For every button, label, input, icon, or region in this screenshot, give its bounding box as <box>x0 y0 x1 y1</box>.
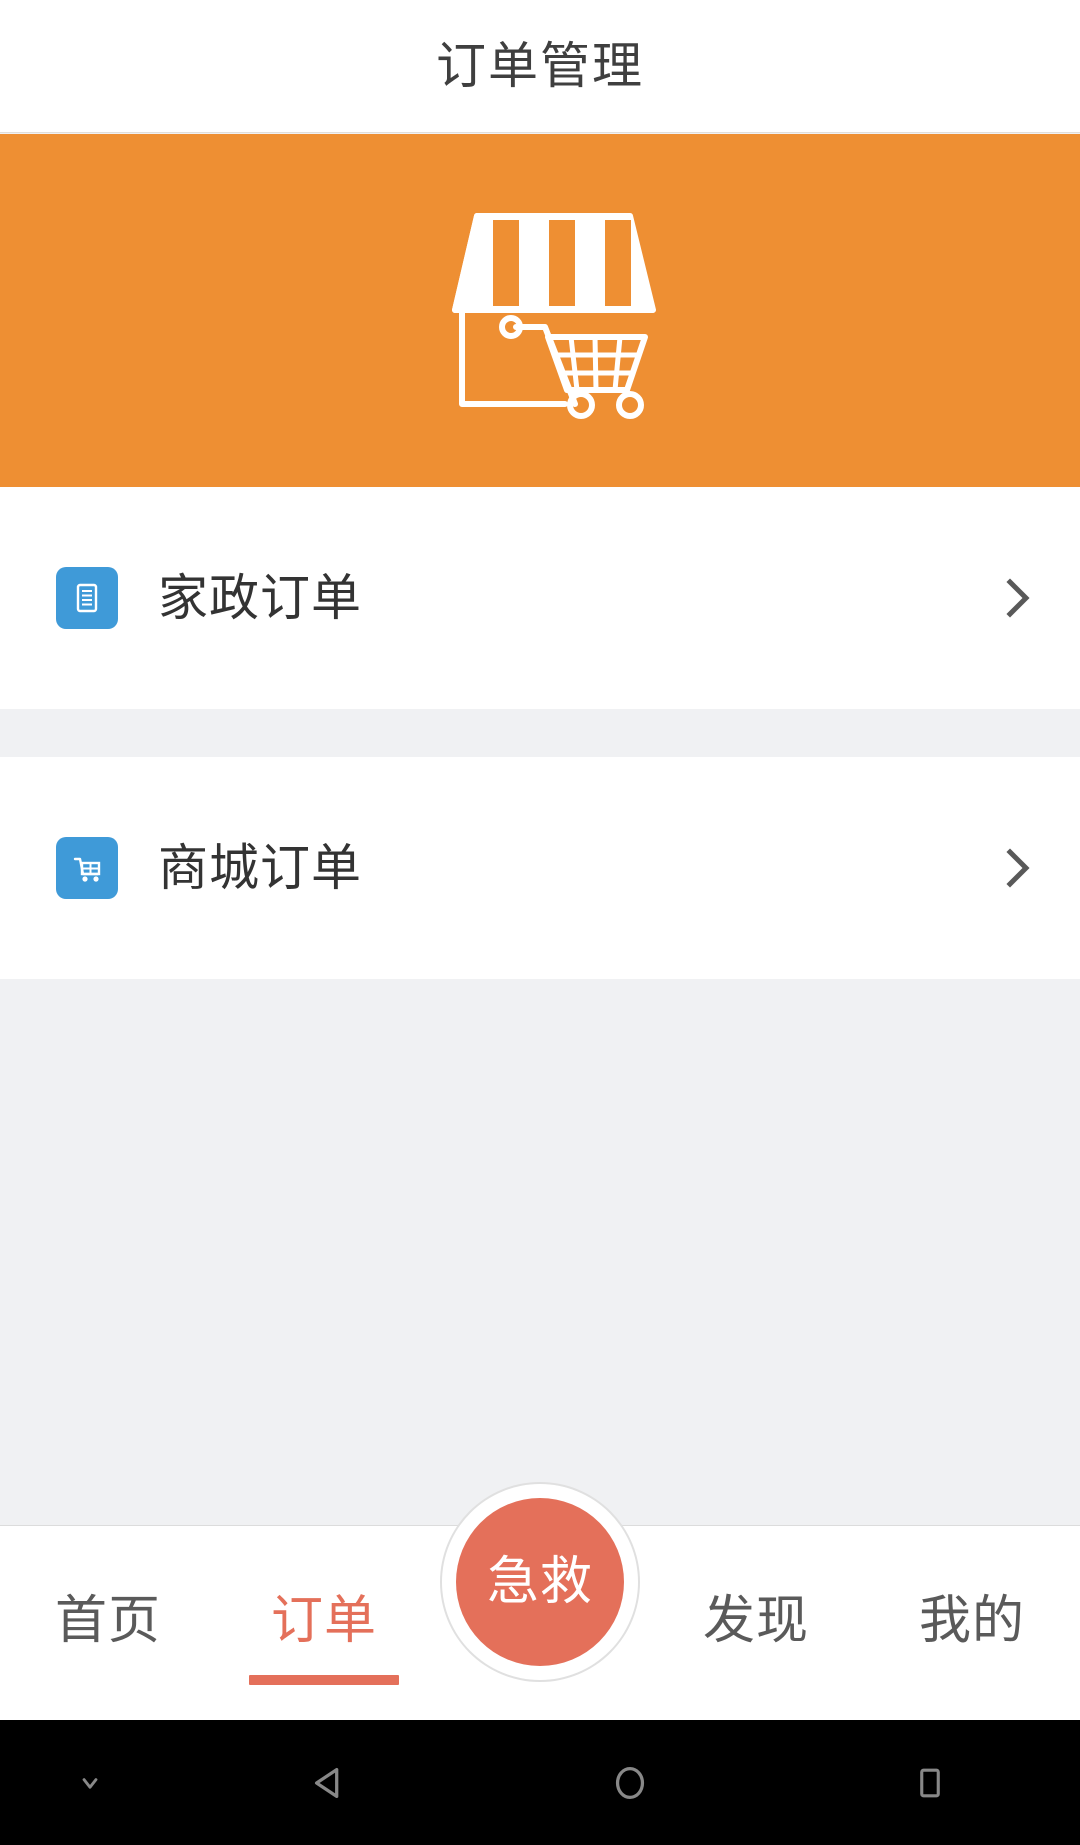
tab-orders[interactable]: 订单 <box>216 1526 432 1721</box>
tab-active-indicator <box>249 1675 399 1685</box>
tab-label: 发现 <box>702 1590 809 1651</box>
document-list-icon <box>56 567 118 629</box>
storefront-cart-icon <box>415 198 665 423</box>
emergency-button-label: 急救 <box>486 1552 593 1612</box>
home-circle-icon[interactable] <box>480 1720 780 1845</box>
emergency-button-ring: 急救 <box>442 1484 638 1680</box>
back-triangle-icon[interactable] <box>180 1720 480 1845</box>
promo-banner <box>0 134 1080 487</box>
chevron-down-icon[interactable] <box>0 1720 180 1845</box>
bottom-tab-bar: 首页 订单 急救 发现 我的 <box>0 1484 1080 1721</box>
list-item-housekeeping-orders[interactable]: 家政订单 <box>0 487 1080 709</box>
tab-label: 我的 <box>918 1590 1025 1651</box>
chevron-right-icon[interactable] <box>996 836 1040 900</box>
page-title: 订单管理 <box>436 37 644 95</box>
page-background <box>0 979 1080 1525</box>
chevron-right-icon[interactable] <box>996 566 1040 630</box>
shopping-cart-icon <box>56 837 118 899</box>
list-item-mall-orders[interactable]: 商城订单 <box>0 757 1080 979</box>
list-item-label: 家政订单 <box>158 569 362 627</box>
list-separator <box>0 709 1080 757</box>
emergency-button[interactable]: 急救 <box>456 1498 624 1666</box>
tab-label: 订单 <box>270 1590 377 1651</box>
page-header: 订单管理 <box>0 0 1080 133</box>
tab-mine[interactable]: 我的 <box>864 1526 1080 1721</box>
tab-emergency[interactable]: 急救 <box>432 1484 648 1721</box>
android-navigation-bar <box>0 1720 1080 1845</box>
app-root: 订单管理 家政订单 商城订单 首页 订单 急救 发现 我的 <box>0 0 1080 1845</box>
list-item-label: 商城订单 <box>158 839 362 897</box>
tab-label: 首页 <box>54 1590 161 1651</box>
tab-home[interactable]: 首页 <box>0 1526 216 1721</box>
tab-discover[interactable]: 发现 <box>648 1526 864 1721</box>
recents-square-icon[interactable] <box>780 1720 1080 1845</box>
